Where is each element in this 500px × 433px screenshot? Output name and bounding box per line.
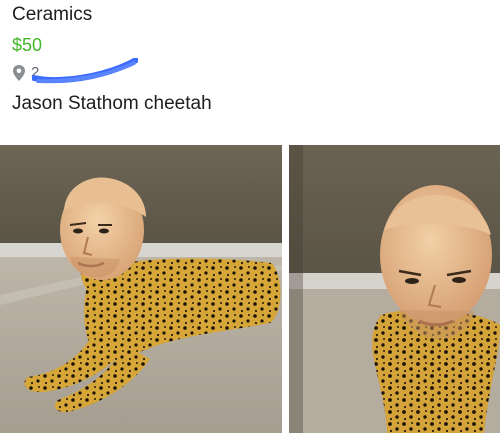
listing-photo-side[interactable]	[0, 145, 282, 433]
cheetah-figure-side-image	[0, 145, 282, 433]
photo-gallery	[0, 140, 500, 433]
listing-price: $50	[12, 35, 43, 55]
listing-photo-front[interactable]	[289, 145, 500, 433]
listing-location[interactable]: 2	[12, 58, 142, 84]
location-redaction-scribble	[32, 58, 138, 84]
listing-title: Jason Stathom cheetah	[12, 93, 212, 114]
listing-category: Ceramics	[12, 4, 93, 25]
cheetah-figure-front-image	[289, 145, 500, 433]
listing-header: Ceramics $50 2 Jason Stathom cheetah	[0, 0, 500, 140]
map-pin-icon	[13, 65, 25, 81]
